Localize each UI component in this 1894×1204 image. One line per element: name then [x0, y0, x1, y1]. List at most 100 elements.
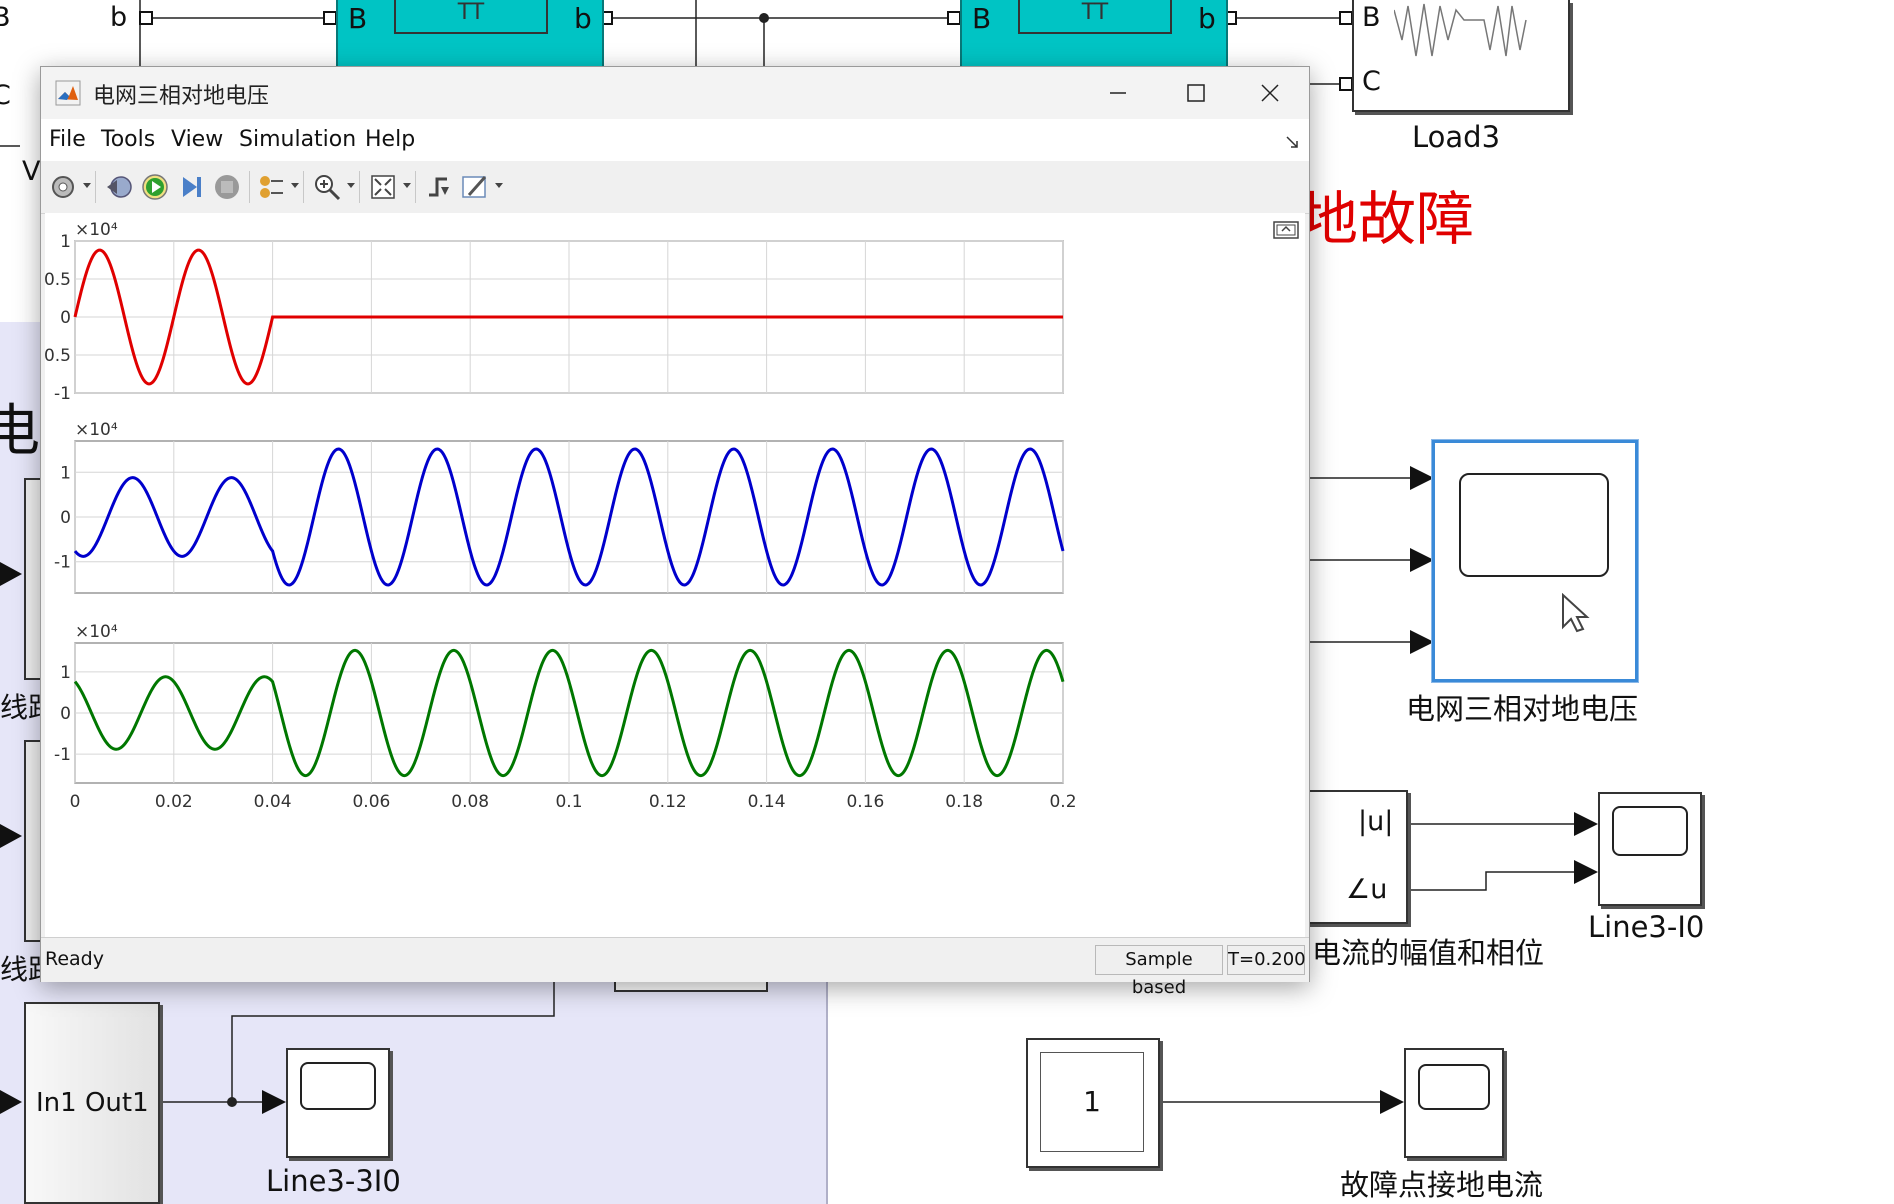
zoom-icon[interactable] — [311, 171, 343, 203]
scope-fault-current-block[interactable] — [1404, 1048, 1504, 1158]
load3-waveform-icon — [1394, 3, 1527, 57]
subsystem-label: In1 Out1 — [36, 1088, 149, 1118]
autoscale-icon[interactable] — [367, 171, 399, 203]
y-exponent-label: ×10⁴ — [75, 420, 118, 440]
scope-line3-3i0-block[interactable] — [286, 1048, 390, 1158]
fourier-port-phase: ∠u — [1346, 874, 1388, 905]
title-bar[interactable]: 电网三相对地电压 — [41, 67, 1309, 119]
signal-style-dropdown-icon[interactable] — [291, 183, 299, 188]
selected-scope-label: 电网三相对地电压 — [1406, 692, 1639, 726]
minimize-icon — [1110, 92, 1126, 94]
maximize-icon — [1187, 84, 1205, 102]
scope-window[interactable]: 电网三相对地电压 File Tools View Simulation Help — [40, 66, 1310, 998]
pi-section-block-2[interactable]: B TT b — [960, 0, 1228, 68]
x-tick-label: 0.16 — [846, 792, 884, 812]
toolbar-separator-5 — [415, 171, 416, 203]
step-forward-icon[interactable] — [175, 171, 207, 203]
pi-symbol: TT — [394, 0, 548, 34]
configuration-dropdown-icon[interactable] — [83, 183, 91, 188]
red-title-fragment: 地故障 — [1300, 185, 1475, 253]
left-partial-char: V — [22, 156, 41, 187]
load3-port-B: B — [1362, 2, 1381, 33]
selected-scope-block[interactable] — [1432, 440, 1638, 682]
subsystem-block[interactable]: In1 Out1 — [24, 1002, 160, 1204]
left-port-b-label: b — [110, 2, 128, 33]
pi-port-B: B — [348, 2, 368, 35]
close-button[interactable] — [1231, 67, 1309, 119]
x-tick-label: 0.04 — [254, 792, 292, 812]
menu-help[interactable]: Help — [365, 127, 415, 152]
autoscale-dropdown-icon[interactable] — [403, 183, 411, 188]
scope-line3-i0-label: Line3-I0 — [1588, 910, 1705, 944]
constant-value: 1 — [1083, 1085, 1101, 1118]
time-text: T=0.200 — [1228, 949, 1306, 970]
status-text: Ready — [45, 948, 104, 970]
y-tick-label: 0.5 — [45, 270, 71, 290]
window-title: 电网三相对地电压 — [93, 84, 270, 109]
y-tick-label: 1 — [60, 232, 71, 252]
minimize-button[interactable] — [1079, 67, 1157, 119]
load3-block[interactable]: B C — [1352, 0, 1570, 112]
restore-layout-icon[interactable] — [1273, 221, 1299, 239]
scope-line3-3i0-label: Line3-3I0 — [266, 1164, 401, 1198]
x-tick-label: 0.1 — [555, 792, 582, 812]
left-port-B: B — [0, 2, 11, 33]
x-tick-label: 0.2 — [1049, 792, 1076, 812]
scope-fault-current-label: 故障点接地电流 — [1340, 1168, 1544, 1202]
scope-screen-fault — [1418, 1064, 1490, 1110]
scope-screen-i0 — [1612, 806, 1688, 856]
mouse-cursor-icon — [1562, 593, 1590, 633]
stop-icon[interactable] — [211, 171, 243, 203]
step-back-icon[interactable] — [103, 171, 135, 203]
constant-block[interactable]: 1 — [1026, 1038, 1160, 1168]
pi-section-block-1[interactable]: B TT b — [336, 0, 604, 68]
y-tick-label: 1 — [60, 463, 71, 483]
menu-view[interactable]: View — [171, 127, 223, 152]
y-exponent-label: ×10⁴ — [75, 622, 118, 642]
menu-simulation[interactable]: Simulation — [239, 127, 356, 152]
triggers-icon[interactable] — [423, 171, 455, 203]
run-icon[interactable] — [139, 171, 171, 203]
x-tick-label: 0.12 — [649, 792, 687, 812]
toolbar-separator-2 — [249, 171, 250, 203]
time-indicator: T=0.200 — [1227, 945, 1306, 975]
toolbar-separator-3 — [303, 171, 304, 203]
x-tick-label: 0.08 — [451, 792, 489, 812]
y-tick-label: 1 — [60, 663, 71, 683]
pi-port-b-2: b — [1198, 2, 1216, 35]
fourier-block[interactable]: |u| ∠u — [1300, 790, 1408, 924]
scope-screen — [1459, 473, 1609, 577]
y-tick-label: -1 — [54, 553, 71, 573]
y-tick-label: 0 — [60, 704, 71, 724]
y-tick-label: 0 — [60, 308, 71, 328]
y-exponent-label: ×10⁴ — [75, 220, 118, 240]
scope-screen-3i0 — [300, 1062, 376, 1110]
close-icon — [1261, 84, 1279, 102]
menu-file[interactable]: File — [49, 127, 86, 152]
load3-label: Load3 — [1412, 120, 1501, 154]
scope-line3-i0-block[interactable] — [1598, 792, 1702, 906]
configuration-icon[interactable] — [47, 171, 79, 203]
measurements-dropdown-icon[interactable] — [495, 183, 503, 188]
sample-mode-indicator: Sample based — [1095, 945, 1223, 998]
undock-arrow-icon[interactable] — [1285, 135, 1299, 149]
x-tick-label: 0 — [70, 792, 81, 812]
x-tick-label: 0.18 — [945, 792, 983, 812]
pi-port-b: b — [574, 2, 592, 35]
measurements-icon[interactable] — [459, 171, 491, 203]
y-tick-label: -0.5 — [45, 346, 71, 366]
status-bar: Ready Sample based T=0.200 — [41, 937, 1309, 998]
load3-port-C: C — [1362, 66, 1381, 97]
maximize-button[interactable] — [1157, 67, 1235, 119]
pi-symbol-text-2: TT — [1081, 0, 1109, 25]
plot-area[interactable]: 10.50-0.5-1×10⁴10-1×10⁴10-1×10⁴00.020.04… — [45, 213, 1305, 937]
signal-style-icon[interactable] — [255, 171, 287, 203]
y-tick-label: 0 — [60, 508, 71, 528]
menu-tools[interactable]: Tools — [101, 127, 155, 152]
toolbar-separator-4 — [359, 171, 360, 203]
pi-symbol-2: TT — [1018, 0, 1172, 34]
scope-plots: 10.50-0.5-1×10⁴10-1×10⁴10-1×10⁴00.020.04… — [45, 220, 1077, 812]
zoom-dropdown-icon[interactable] — [347, 183, 355, 188]
y-tick-label: -1 — [54, 384, 71, 404]
x-tick-label: 0.06 — [352, 792, 390, 812]
